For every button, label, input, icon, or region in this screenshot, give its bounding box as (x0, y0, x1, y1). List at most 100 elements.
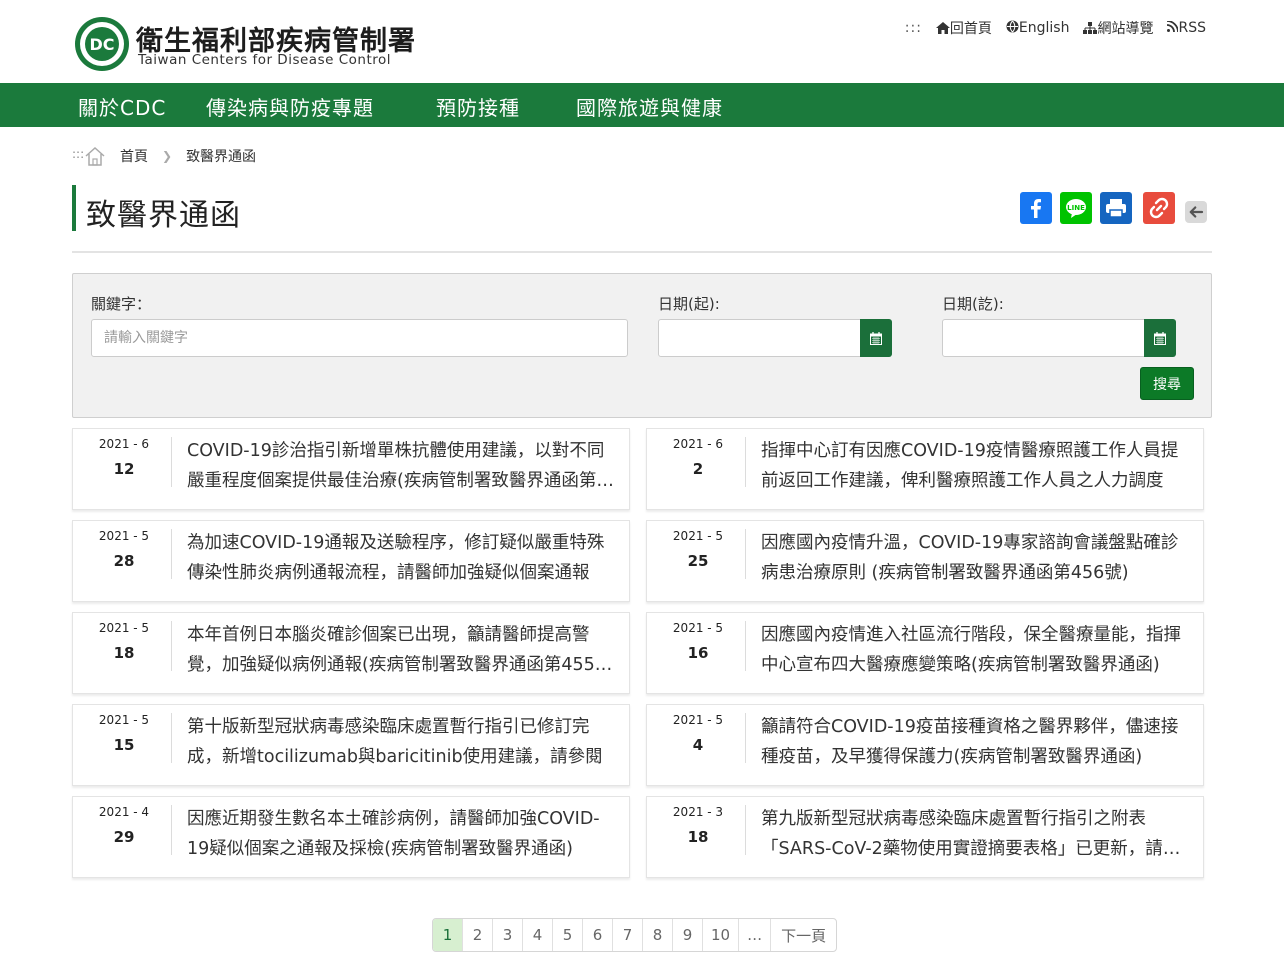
nav-item-travel-health[interactable]: 國際旅遊與健康 (576, 92, 723, 121)
item-year-month: 2021 - 5 (98, 713, 150, 727)
item-divider (171, 713, 172, 763)
page-link-3[interactable]: 3 (493, 919, 523, 951)
item-year-month: 2021 - 5 (98, 529, 150, 543)
item-year-month: 2021 - 6 (672, 437, 724, 451)
search-button[interactable]: 搜尋 (1140, 367, 1194, 400)
page-link-6[interactable]: 6 (583, 919, 613, 951)
site-header: DC 衛生福利部疾病管制署 Taiwan Centers for Disease… (0, 0, 1284, 83)
nav-item-diseases[interactable]: 傳染病與防疫專題 (206, 92, 374, 121)
page-link-8[interactable]: 8 (643, 919, 673, 951)
item-title-link[interactable]: 本年首例日本腦炎確診個案已出現，籲請醫師提高警覺，加強疑似病例通報(疾病管制署致… (187, 620, 617, 680)
english-link-label: English (1018, 20, 1070, 36)
item-title-link[interactable]: 籲請符合COVID-19疫苗接種資格之醫界夥伴，儘速接種疫苗，及早獲得保護力(疾… (761, 712, 1191, 772)
page-title: 致醫界通函 (86, 198, 241, 233)
pagination: 1 2 3 4 5 6 7 8 9 10 … 下一頁 (432, 918, 838, 952)
item-divider (745, 713, 746, 763)
item-divider (171, 437, 172, 487)
date-to-calendar-button[interactable] (1144, 319, 1176, 357)
copy-link-button[interactable] (1143, 192, 1175, 224)
page-link-9[interactable]: 9 (673, 919, 703, 951)
home-link[interactable]: 回首頁 (935, 18, 992, 38)
list-item[interactable]: 2021 - 4 29 因應近期發生數名本土確診病例，請醫師加強COVID-19… (72, 796, 630, 878)
title-divider (72, 251, 1212, 253)
sitemap-link-label: 網站導覽 (1097, 21, 1154, 37)
globe-icon (1006, 20, 1019, 33)
list-item[interactable]: 2021 - 5 4 籲請符合COVID-19疫苗接種資格之醫界夥伴，儘速接種疫… (646, 704, 1204, 786)
list-item[interactable]: 2021 - 5 28 為加速COVID-19通報及送驗程序，修訂疑似嚴重特殊傳… (72, 520, 630, 602)
cdc-logo[interactable]: DC (74, 16, 130, 72)
item-year-month: 2021 - 6 (98, 437, 150, 451)
list-item[interactable]: 2021 - 3 18 第九版新型冠狀病毒感染臨床處置暫行指引之附表「SARS-… (646, 796, 1204, 878)
back-button[interactable] (1185, 201, 1207, 223)
item-title-link[interactable]: 指揮中心訂有因應COVID-19疫情醫療照護工作人員提前返回工作建議，俾利醫療照… (761, 436, 1191, 496)
date-to-label: 日期(訖): (942, 295, 1004, 313)
sitemap-link[interactable]: 網站導覽 (1083, 18, 1153, 38)
nav-item-vaccination[interactable]: 預防接種 (436, 92, 520, 121)
item-divider (171, 529, 172, 579)
list-item[interactable]: 2021 - 6 2 指揮中心訂有因應COVID-19疫情醫療照護工作人員提前返… (646, 428, 1204, 510)
date-from-input[interactable] (658, 319, 862, 357)
item-day: 25 (687, 552, 709, 570)
english-link[interactable]: English (1006, 20, 1070, 36)
item-day: 4 (692, 736, 704, 754)
title-accent-bar (72, 185, 76, 231)
item-title-link[interactable]: 第九版新型冠狀病毒感染臨床處置暫行指引之附表「SARS-CoV-2藥物使用實證摘… (761, 804, 1191, 864)
next-page-link[interactable]: 下一頁 (771, 919, 836, 951)
list-item[interactable]: 2021 - 5 18 本年首例日本腦炎確診個案已出現，籲請醫師提高警覺，加強疑… (72, 612, 630, 694)
page-link-5[interactable]: 5 (553, 919, 583, 951)
breadcrumb-accesskey: ::: (72, 147, 85, 161)
item-day: 18 (687, 828, 709, 846)
item-year-month: 2021 - 5 (98, 621, 150, 635)
item-title-link[interactable]: 因應近期發生數名本土確診病例，請醫師加強COVID-19疑似個案之通報及採檢(疾… (187, 804, 617, 864)
page-link-7[interactable]: 7 (613, 919, 643, 951)
item-year-month: 2021 - 5 (672, 713, 724, 727)
item-title-link[interactable]: 因應國內疫情升溫，COVID-19專家諮詢會議盤點確診病患治療原則 (疾病管制署… (761, 528, 1191, 588)
accesskey-top[interactable]: ::: (905, 20, 922, 36)
link-icon (1149, 197, 1169, 219)
page-ellipsis: … (739, 919, 772, 951)
rss-link[interactable]: RSS (1167, 20, 1206, 36)
item-title-link[interactable]: 因應國內疫情進入社區流行階段，保全醫療量能，指揮中心宣布四大醫療應變策略(疾病管… (761, 620, 1191, 680)
main-nav: 關於CDC 傳染病與防疫專題 預防接種 國際旅遊與健康 (0, 83, 1284, 127)
item-day: 29 (113, 828, 135, 846)
date-from-calendar-button[interactable] (860, 319, 892, 357)
breadcrumb-home[interactable]: 首頁 (120, 146, 148, 166)
item-year-month: 2021 - 5 (672, 529, 724, 543)
list-item[interactable]: 2021 - 6 12 COVID-19診治指引新增單株抗體使用建議，以對不同嚴… (72, 428, 630, 510)
item-divider (745, 621, 746, 671)
date-from-label: 日期(起): (658, 295, 720, 313)
breadcrumb-home-icon[interactable]: ::: (72, 146, 106, 166)
calendar-icon (870, 331, 882, 345)
item-title-link[interactable]: 第十版新型冠狀病毒感染臨床處置暫行指引已修訂完成，新增tocilizumab與b… (187, 712, 617, 772)
item-day: 15 (113, 736, 135, 754)
home-icon (935, 22, 950, 34)
breadcrumb: ::: 首頁 ❯ 致醫界通函 (72, 144, 256, 168)
list-item[interactable]: 2021 - 5 15 第十版新型冠狀病毒感染臨床處置暫行指引已修訂完成，新增t… (72, 704, 630, 786)
rss-link-label: RSS (1178, 20, 1206, 36)
list-item[interactable]: 2021 - 5 25 因應國內疫情升溫，COVID-19專家諮詢會議盤點確診病… (646, 520, 1204, 602)
item-day: 16 (687, 644, 709, 662)
top-links: ::: 回首頁 English 網站導覽 RSS (905, 18, 1206, 38)
facebook-share-button[interactable] (1020, 192, 1052, 224)
nav-item-about[interactable]: 關於CDC (78, 92, 166, 121)
calendar-icon (1154, 331, 1166, 345)
item-divider (745, 805, 746, 855)
item-day: 2 (692, 460, 704, 478)
page-link-4[interactable]: 4 (523, 919, 553, 951)
item-title-link[interactable]: 為加速COVID-19通報及送驗程序，修訂疑似嚴重特殊傳染性肺炎病例通報流程，請… (187, 528, 617, 588)
item-day: 28 (113, 552, 135, 570)
keyword-input[interactable] (91, 319, 628, 357)
list-item[interactable]: 2021 - 5 16 因應國內疫情進入社區流行階段，保全醫療量能，指揮中心宣布… (646, 612, 1204, 694)
date-to-input[interactable] (942, 319, 1146, 357)
item-divider (171, 805, 172, 855)
print-button[interactable] (1100, 192, 1132, 224)
house-outline-icon (85, 146, 105, 166)
page-link-10[interactable]: 10 (703, 919, 740, 951)
page-link-2[interactable]: 2 (463, 919, 493, 951)
sitemap-icon (1083, 22, 1098, 34)
home-link-label: 回首頁 (949, 21, 992, 37)
line-share-button[interactable]: LINE (1060, 192, 1092, 224)
item-title-link[interactable]: COVID-19診治指引新增單株抗體使用建議，以對不同嚴重程度個案提供最佳治療(… (187, 436, 617, 496)
item-divider (745, 529, 746, 579)
page-link-1[interactable]: 1 (433, 919, 463, 951)
